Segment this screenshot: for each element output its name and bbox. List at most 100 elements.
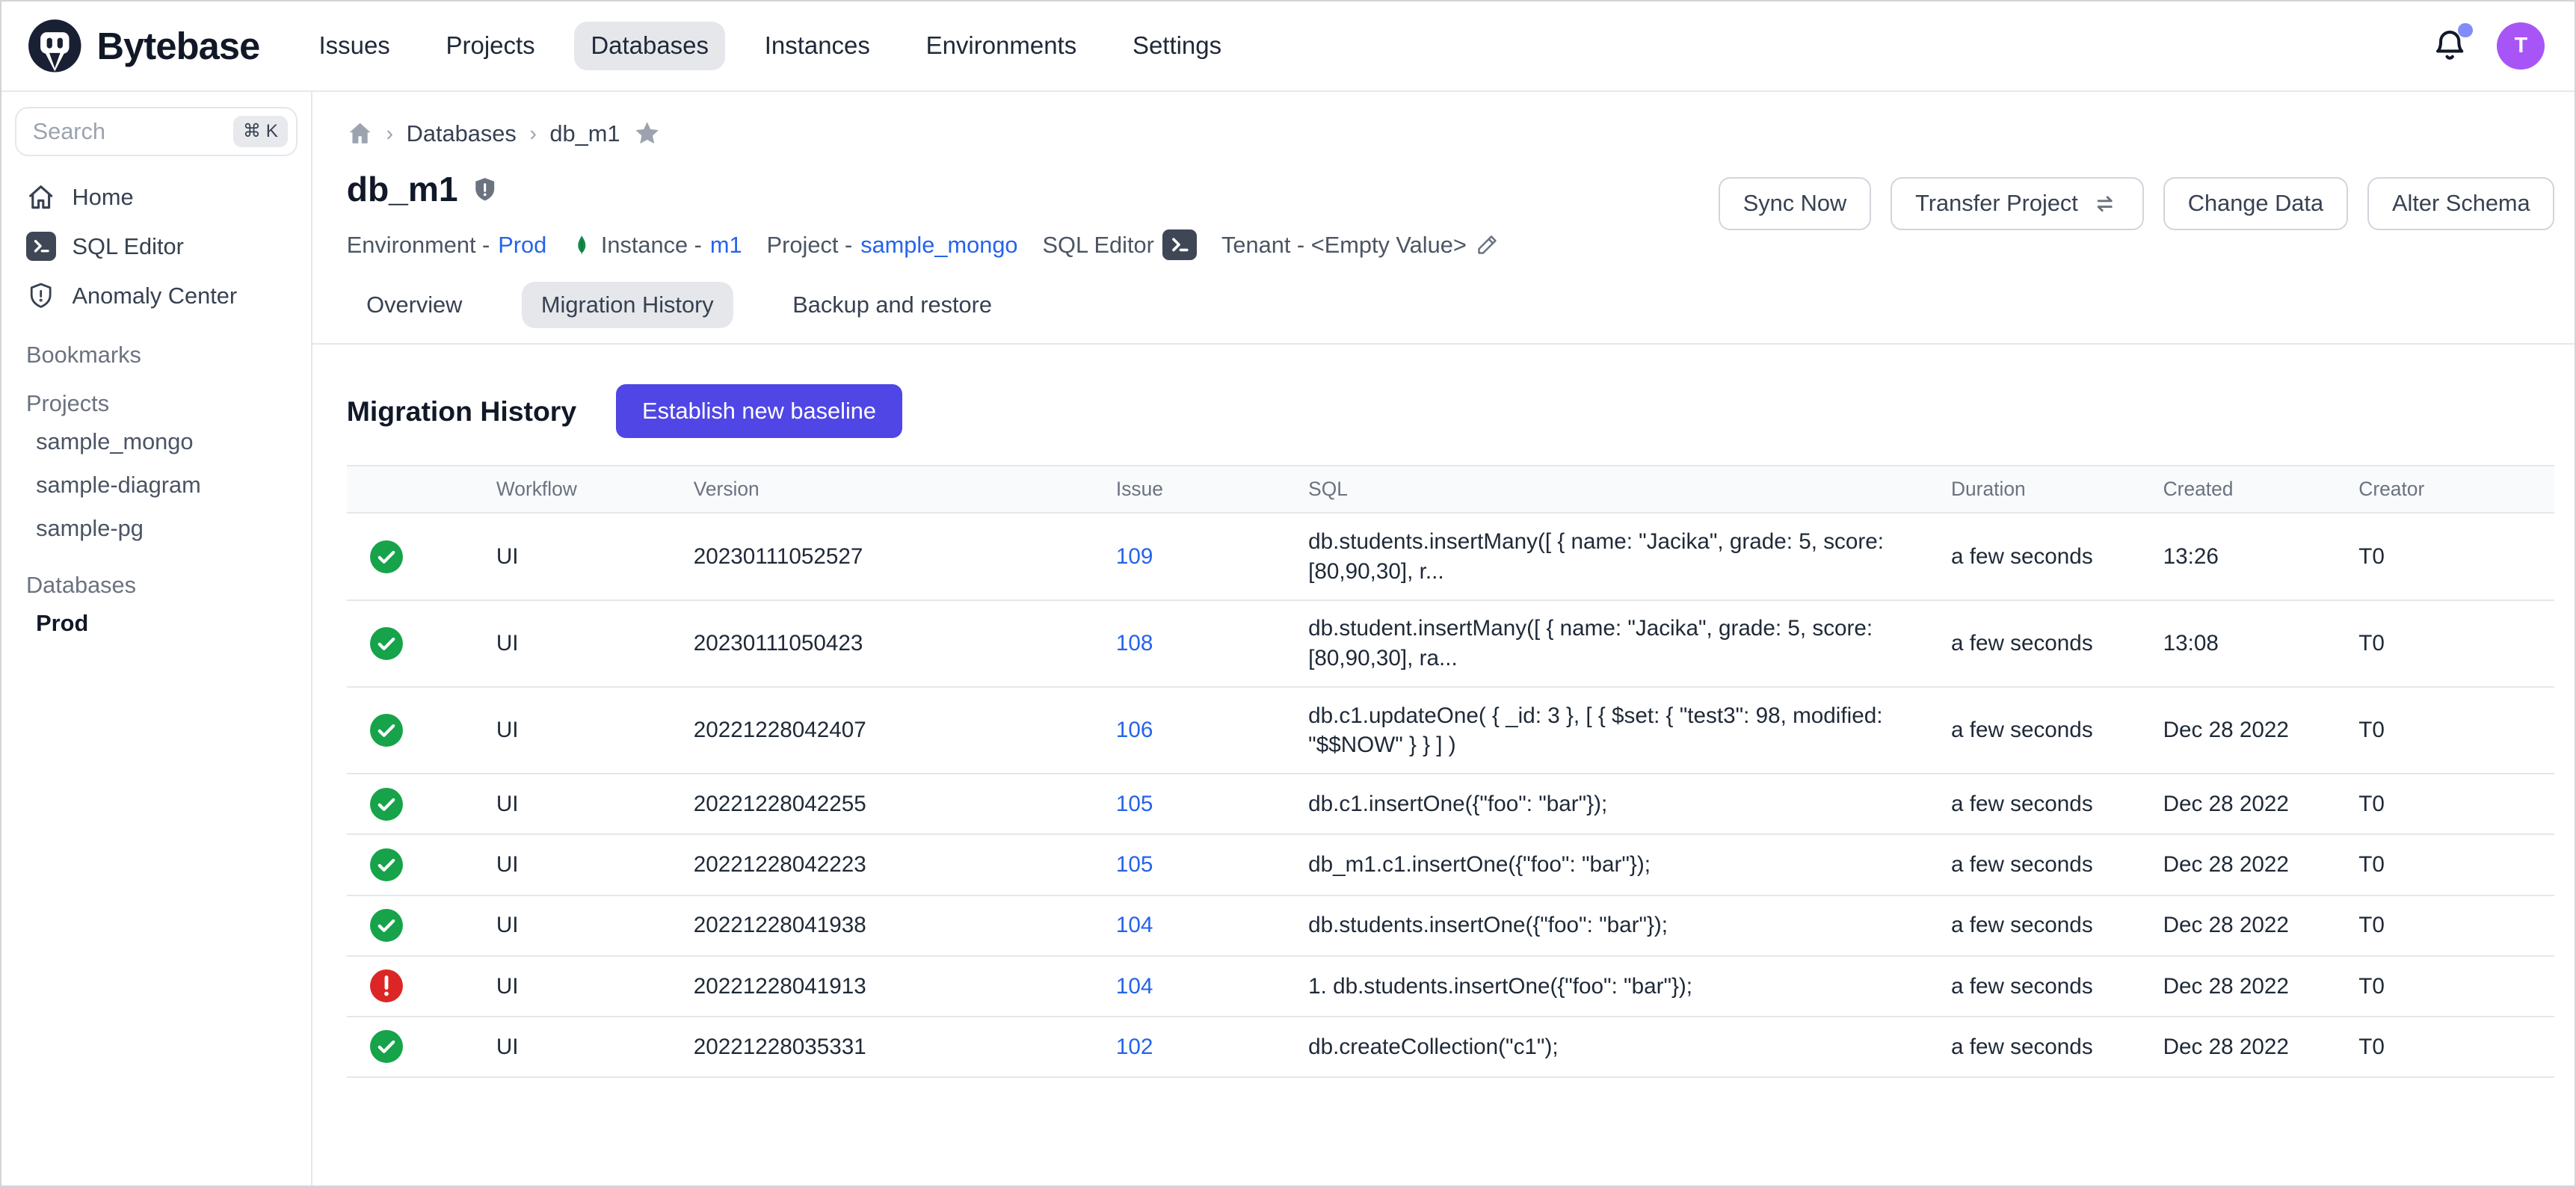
shield-alert-icon xyxy=(26,281,56,311)
table-row[interactable]: UI20221228041938104db.students.insertOne… xyxy=(347,896,2555,957)
status-cell xyxy=(347,774,478,833)
breadcrumb-db-m1[interactable]: db_m1 xyxy=(549,120,620,147)
issue-link[interactable]: 102 xyxy=(1116,1035,1153,1059)
table-row[interactable]: UI20230111050423108db.student.insertMany… xyxy=(347,601,2555,688)
notifications-button[interactable] xyxy=(2432,28,2468,64)
change-data-button[interactable]: Change Data xyxy=(2163,177,2348,229)
sidebar-item-sample-pg[interactable]: sample-pg xyxy=(15,507,298,550)
version-cell: 20221228042255 xyxy=(676,777,1098,833)
top-navbar: Bytebase Issues Projects Databases Instance… xyxy=(1,1,2575,92)
nav-item-settings[interactable]: Settings xyxy=(1116,22,1238,70)
sidebar-item-sample-mongo[interactable]: sample_mongo xyxy=(15,420,298,463)
nav-item-issues[interactable]: Issues xyxy=(303,22,407,70)
sql-cell: db.students.insertOne({"foo": "bar"}); xyxy=(1290,898,1933,954)
sidebar-item-anomaly-center[interactable]: Anomaly Center xyxy=(15,271,298,321)
sidebar-item-sample-diagram[interactable]: sample-diagram xyxy=(15,463,298,507)
sidebar-section-bookmarks: Bookmarks xyxy=(26,342,298,369)
migration-history-header: Migration History Establish new baseline xyxy=(347,384,2555,439)
sidebar-item-label: SQL Editor xyxy=(73,233,184,260)
creator-cell: T0 xyxy=(2341,837,2554,893)
success-icon xyxy=(370,788,403,821)
project-label: Project - xyxy=(767,232,853,259)
sql-editor-link[interactable]: SQL Editor xyxy=(1043,229,1198,261)
error-icon xyxy=(370,969,403,1002)
star-icon[interactable] xyxy=(633,120,661,147)
alter-schema-button[interactable]: Alter Schema xyxy=(2367,177,2554,229)
sql-cell: db.createCollection("c1"); xyxy=(1290,1019,1933,1075)
duration-cell: a few seconds xyxy=(1933,837,2145,893)
status-cell xyxy=(347,835,478,894)
issue-cell: 109 xyxy=(1098,528,1290,585)
version-cell: 20221228035331 xyxy=(676,1019,1098,1075)
database-meta: Environment - Prod Instance - xyxy=(347,229,1500,261)
table-row[interactable]: UI20221228042223105db_m1.c1.insertOne({"… xyxy=(347,835,2555,895)
table-row[interactable]: UI20221228042407106db.c1.updateOne( { _i… xyxy=(347,688,2555,774)
table-body: UI20230111052527109db.students.insertMan… xyxy=(347,514,2555,1078)
sidebar: ⌘ K Home SQL Editor Anomaly Center Bookmar… xyxy=(1,92,312,1186)
home-icon xyxy=(26,182,56,212)
sync-now-button[interactable]: Sync Now xyxy=(1719,177,1871,229)
creator-cell: T0 xyxy=(2341,898,2554,954)
search-shortcut-badge: ⌘ K xyxy=(233,116,288,147)
home-icon[interactable] xyxy=(347,120,373,147)
created-cell: Dec 28 2022 xyxy=(2145,837,2341,893)
nav-item-environments[interactable]: Environments xyxy=(910,22,1094,70)
environment-link[interactable]: Prod xyxy=(498,232,546,259)
page-header-left: db_m1 Environment - Prod xyxy=(347,169,1500,260)
tab-backup-and-restore[interactable]: Backup and restore xyxy=(773,282,1012,328)
search-input[interactable] xyxy=(33,118,233,145)
issue-link[interactable]: 108 xyxy=(1116,631,1153,656)
bytebase-logo[interactable]: Bytebase xyxy=(28,19,259,73)
tab-migration-history[interactable]: Migration History xyxy=(522,282,734,328)
creator-cell: T0 xyxy=(2341,958,2554,1014)
issue-cell: 105 xyxy=(1098,837,1290,893)
version-cell: 20221228041913 xyxy=(676,958,1098,1014)
bytebase-logo-icon xyxy=(28,19,82,73)
created-cell: Dec 28 2022 xyxy=(2145,703,2341,759)
sidebar-item-sql-editor[interactable]: SQL Editor xyxy=(15,222,298,271)
duration-cell: a few seconds xyxy=(1933,898,2145,954)
tab-overview[interactable]: Overview xyxy=(347,282,482,328)
column-header-creator: Creator xyxy=(2341,466,2554,513)
sidebar-item-home[interactable]: Home xyxy=(15,173,298,222)
table-row[interactable]: UI202212280419131041. db.students.insert… xyxy=(347,957,2555,1017)
search-box[interactable]: ⌘ K xyxy=(15,107,298,156)
page-title: db_m1 xyxy=(347,169,458,209)
issue-link[interactable]: 104 xyxy=(1116,913,1153,937)
nav-item-instances[interactable]: Instances xyxy=(748,22,887,70)
workflow-cell: UI xyxy=(478,777,676,833)
version-cell: 20221228041938 xyxy=(676,898,1098,954)
issue-link[interactable]: 104 xyxy=(1116,974,1153,999)
workflow-cell: UI xyxy=(478,528,676,585)
pencil-icon[interactable] xyxy=(1475,232,1500,257)
issue-link[interactable]: 109 xyxy=(1116,544,1153,569)
created-cell: Dec 28 2022 xyxy=(2145,1019,2341,1075)
table-row[interactable]: UI20221228035331102db.createCollection("… xyxy=(347,1017,2555,1078)
workflow-cell: UI xyxy=(478,616,676,672)
issue-link[interactable]: 106 xyxy=(1116,718,1153,742)
breadcrumb-databases[interactable]: Databases xyxy=(407,120,517,147)
issue-cell: 108 xyxy=(1098,616,1290,672)
instance-link[interactable]: m1 xyxy=(710,232,742,259)
creator-cell: T0 xyxy=(2341,616,2554,672)
sql-cell: db.c1.insertOne({"foo": "bar"}); xyxy=(1290,777,1933,833)
navbar-right: T xyxy=(2432,22,2545,70)
nav-item-databases[interactable]: Databases xyxy=(574,22,725,70)
sidebar-item-prod[interactable]: Prod xyxy=(15,602,298,645)
transfer-project-button[interactable]: Transfer Project xyxy=(1891,177,2143,229)
table-row[interactable]: UI20221228042255 105 db.c1.insertOne({"foo… xyxy=(347,774,2555,835)
issue-cell: 104 xyxy=(1098,958,1290,1014)
app-body: ⌘ K Home SQL Editor Anomaly Center Bookmar… xyxy=(1,92,2575,1186)
table-row[interactable]: UI20230111052527109db.students.insertMan… xyxy=(347,514,2555,600)
user-avatar[interactable]: T xyxy=(2497,22,2545,70)
issue-link[interactable]: 105 xyxy=(1116,852,1153,877)
nav-item-projects[interactable]: Projects xyxy=(430,22,552,70)
status-cell xyxy=(347,896,478,955)
establish-baseline-button[interactable]: Establish new baseline xyxy=(616,384,902,439)
section-title: Migration History xyxy=(347,395,576,428)
column-header-issue: Issue xyxy=(1098,466,1290,513)
project-link[interactable]: sample_mongo xyxy=(860,232,1017,259)
issue-link[interactable]: 105 xyxy=(1116,792,1153,816)
duration-cell: a few seconds xyxy=(1933,958,2145,1014)
sql-cell: db.students.insertMany([ { name: "Jacika… xyxy=(1290,514,1933,599)
